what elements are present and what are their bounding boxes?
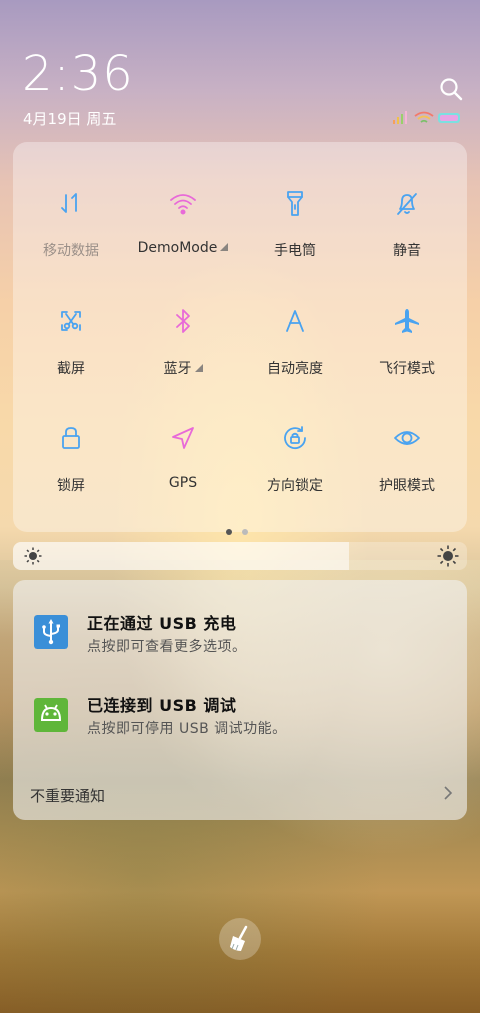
quick-tile[interactable]: 移动数据: [15, 142, 127, 259]
quick-tile-label: 手电筒: [239, 240, 351, 260]
wifi-icon: [170, 194, 196, 215]
quick-tile-label-text: 手电筒: [274, 243, 316, 259]
quick-tile[interactable]: 静音: [351, 142, 463, 259]
signal-icon: [393, 111, 407, 124]
quick-tile[interactable]: 手电筒: [239, 142, 351, 259]
quick-tile-label: 自动亮度: [239, 358, 351, 378]
quick-tile-label: 锁屏: [15, 475, 127, 495]
clock-time: 2:36: [22, 46, 134, 102]
brightness-fill: [13, 542, 349, 570]
minor-notifications-label[interactable]: 不重要通知: [30, 785, 105, 806]
quick-tile[interactable]: 飞行模式: [351, 260, 463, 377]
quick-tile-label-text: 自动亮度: [267, 361, 323, 377]
notification-subtitle: 点按即可查看更多选项。: [87, 639, 247, 655]
quick-tile-label-text: 截屏: [57, 361, 85, 377]
clock-date: 4月19日 周五: [23, 110, 117, 128]
dropdown-indicator-icon[interactable]: [194, 364, 203, 372]
notification-usb-charging[interactable]: 正在通过 USB 充电 点按即可查看更多选项。: [13, 600, 467, 670]
quick-tile[interactable]: DemoMode: [127, 142, 239, 256]
quick-tile-label: 截屏: [15, 358, 127, 378]
search-icon[interactable]: [438, 76, 464, 102]
dropdown-indicator-icon[interactable]: [220, 243, 229, 251]
notification-title: 已连接到 USB 调试: [87, 696, 237, 715]
quick-tile-label-text: 静音: [393, 243, 421, 259]
broom-icon: [230, 925, 248, 951]
brightness-low-icon: [24, 547, 42, 565]
android-icon: [34, 698, 68, 732]
quick-tile-label: DemoMode: [127, 240, 239, 256]
auto-brightness-icon: [286, 310, 304, 332]
quick-tile[interactable]: 锁屏: [15, 377, 127, 494]
rotation-lock-icon: [284, 426, 306, 450]
battery-icon: [438, 113, 460, 123]
quick-tile-label-text: 移动数据: [43, 243, 99, 259]
airplane-icon: [395, 309, 419, 333]
quick-tile[interactable]: 截屏: [15, 260, 127, 377]
quick-tile-label: 移动数据: [15, 240, 127, 260]
status-icons: [393, 111, 460, 124]
quick-tile[interactable]: 自动亮度: [239, 260, 351, 377]
notification-title: 正在通过 USB 充电: [87, 614, 237, 633]
quick-tile[interactable]: 护眼模式: [351, 377, 463, 494]
page-dot-active[interactable]: [226, 529, 232, 535]
location-arrow-icon: [172, 427, 194, 449]
usb-icon: [34, 615, 68, 649]
quick-tile-label-text: 护眼模式: [379, 478, 435, 494]
quick-tile-label-text: 飞行模式: [379, 361, 435, 377]
quick-tile[interactable]: 蓝牙: [127, 260, 239, 377]
quick-tile-label-text: 方向锁定: [267, 478, 323, 494]
brightness-high-icon: [437, 545, 459, 567]
notification-subtitle: 点按即可停用 USB 调试功能。: [87, 721, 287, 737]
quick-tile-label: 方向锁定: [239, 475, 351, 495]
quick-tile-label: 护眼模式: [351, 475, 463, 495]
quick-tile[interactable]: GPS: [127, 377, 239, 491]
clear-all-button[interactable]: [219, 918, 261, 960]
quick-tile-label-text: 锁屏: [57, 478, 85, 494]
data-transfer-icon: [61, 193, 77, 213]
quick-tile[interactable]: 方向锁定: [239, 377, 351, 494]
screenshot-icon: [61, 311, 81, 331]
quick-tile-label: 蓝牙: [127, 358, 239, 378]
bluetooth-icon: [176, 309, 190, 333]
flashlight-icon: [287, 191, 303, 216]
quick-settings-panel: 移动数据 DemoMode 手电筒 静音截屏 蓝牙 自动亮度 飞行模式锁屏 GPS 方向锁定 护眼…: [13, 142, 467, 532]
page-indicator: [226, 520, 258, 539]
wifi-status-icon: [414, 111, 434, 123]
quick-tile-label-text: 蓝牙: [163, 361, 192, 377]
eye-icon: [394, 431, 420, 445]
quick-tile-label: GPS: [127, 475, 239, 491]
lock-icon: [62, 427, 80, 449]
chevron-right-icon[interactable]: [443, 785, 453, 801]
notification-usb-debugging[interactable]: 已连接到 USB 调试 点按即可停用 USB 调试功能。: [13, 680, 467, 750]
quick-tile-label: 静音: [351, 240, 463, 260]
quick-tile-label-text: DemoMode: [137, 240, 218, 256]
page-dot[interactable]: [242, 529, 248, 535]
quick-tile-label: 飞行模式: [351, 358, 463, 378]
quick-tile-label-text: GPS: [168, 475, 198, 491]
brightness-slider[interactable]: [13, 542, 467, 570]
bell-off-icon: [397, 193, 417, 215]
notification-panel: 正在通过 USB 充电 点按即可查看更多选项。 已连接到 USB 调试 点按即可…: [13, 580, 467, 820]
